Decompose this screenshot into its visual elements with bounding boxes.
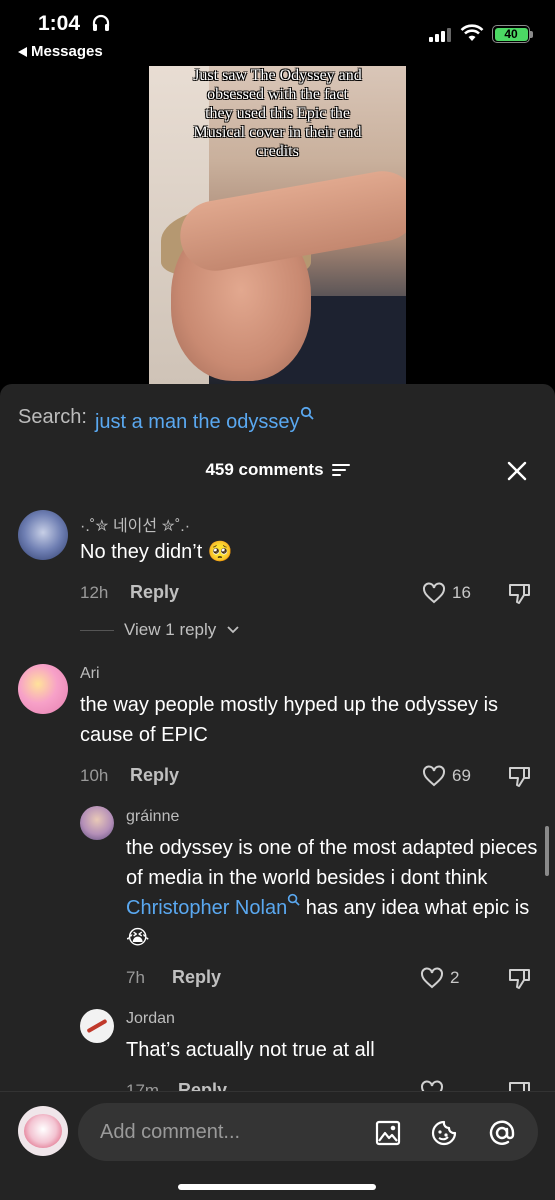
status-bar: 1:04 Messages 40: [0, 0, 555, 66]
signal-icon: [429, 28, 451, 42]
back-label: Messages: [31, 43, 103, 60]
sticker-icon[interactable]: [430, 1119, 458, 1147]
avatar[interactable]: [80, 1009, 114, 1043]
back-arrow-icon: [18, 46, 27, 57]
battery-level: 40: [494, 27, 528, 41]
image-icon[interactable]: [374, 1119, 402, 1147]
mention-icon[interactable]: [488, 1119, 516, 1147]
back-to-messages[interactable]: Messages: [18, 43, 103, 60]
avatar-drawing: [86, 1018, 108, 1034]
scrollbar[interactable]: [545, 826, 549, 876]
reply-button[interactable]: Reply: [178, 1080, 227, 1091]
headphones-icon: [92, 14, 110, 31]
battery-nub: [530, 31, 533, 38]
home-indicator: [178, 1184, 376, 1190]
comment-username[interactable]: Jordan: [126, 1010, 175, 1028]
comment-input[interactable]: [100, 1103, 360, 1161]
comment-text: That’s actually not true at all: [126, 1039, 375, 1061]
avatar-art: [24, 1114, 62, 1148]
comment-time: 17m: [126, 1081, 160, 1091]
my-avatar[interactable]: [18, 1106, 68, 1156]
video-caption: Just saw The Odyssey and obsessed with t…: [193, 67, 362, 160]
dislike-icon[interactable]: [507, 1080, 533, 1091]
status-time: 1:04: [38, 12, 81, 35]
comment-input-box[interactable]: [78, 1103, 538, 1161]
wifi-icon: [460, 24, 484, 41]
battery-icon: 40: [492, 25, 530, 43]
comments-sheet: Search: just a man the odyssey 459 comme…: [0, 384, 555, 1200]
comment-composer: [0, 1091, 555, 1200]
reply-item: Jordan That’s actually not true at all 1…: [0, 384, 555, 1091]
video-player[interactable]: Just saw The Odyssey and obsessed with t…: [149, 66, 406, 384]
heart-icon[interactable]: [420, 1080, 444, 1091]
